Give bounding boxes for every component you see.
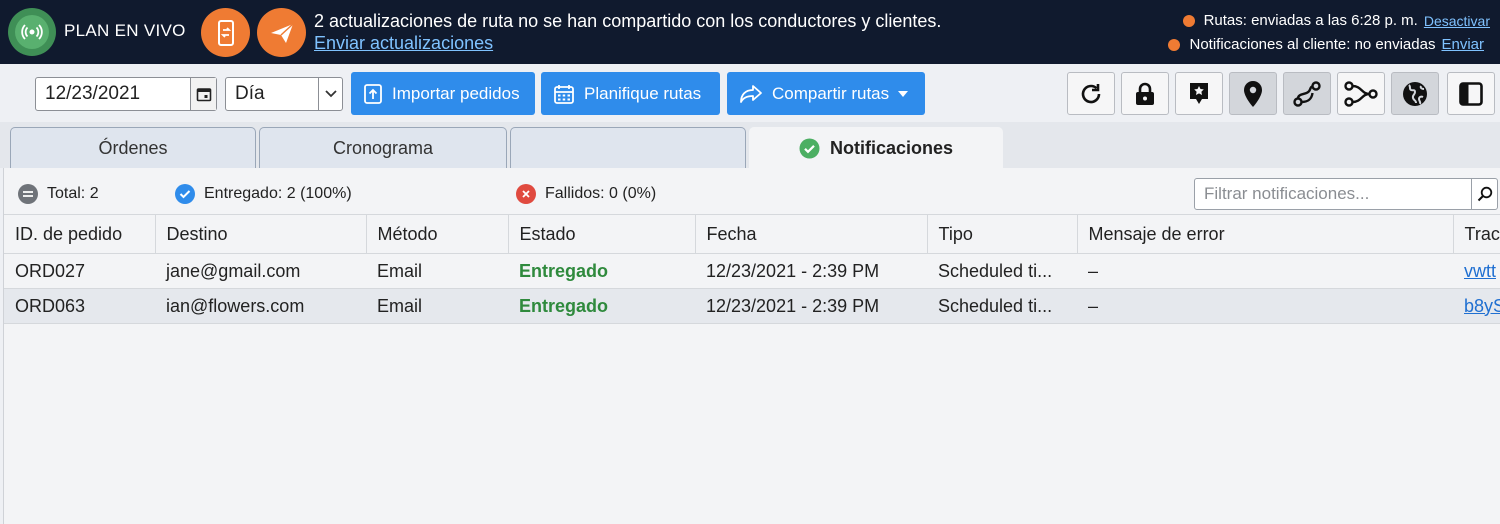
pinned-note-button[interactable] <box>1175 72 1223 115</box>
date-value: 12/23/2021 <box>45 83 141 104</box>
view-select[interactable]: Día <box>225 77 343 111</box>
plan-routes-button[interactable]: Planifique rutas <box>541 72 720 115</box>
live-plan-label: PLAN EN VIVO <box>64 21 186 40</box>
tab-notifications[interactable]: Notificaciones <box>749 127 1003 168</box>
search-icon[interactable] <box>1471 179 1497 209</box>
tab-orders[interactable]: Órdenes <box>10 127 256 168</box>
branch-route-icon <box>1344 80 1378 107</box>
routes-status: Rutas: enviadas a las 6:28 p. m. Desacti… <box>1182 12 1490 29</box>
tab-notifications-label: Notificaciones <box>829 137 954 158</box>
summary-bar: Total: 2 Entregado: 2 (100%) Fallidos: 0… <box>4 168 1500 212</box>
map-marker-icon <box>1244 80 1262 107</box>
globe-button[interactable] <box>1391 72 1439 115</box>
route-button[interactable] <box>1283 72 1331 115</box>
failed-count: Fallidos: 0 (0%) <box>545 185 657 202</box>
import-orders-button[interactable]: Importar pedidos <box>351 72 535 115</box>
total-icon <box>18 184 38 204</box>
total-count: Total: 2 <box>47 185 99 202</box>
column-header-date[interactable]: Fecha <box>695 214 928 254</box>
failed-summary: Fallidos: 0 (0%) <box>516 184 656 204</box>
cell-order-id: ORD027 <box>4 253 155 289</box>
send-icon[interactable] <box>257 8 306 57</box>
date-picker[interactable]: 12/23/2021 <box>35 77 217 111</box>
tracking-link[interactable]: vwtt <box>1464 261 1496 281</box>
cell-date: 12/23/2021 - 2:39 PM <box>695 288 927 324</box>
column-header-tracking[interactable]: Trac <box>1453 214 1500 254</box>
delivered-count: Entregado: 2 (100%) <box>204 185 352 202</box>
failed-x-icon <box>516 184 536 204</box>
send-notifications-link[interactable]: Enviar <box>1441 36 1484 53</box>
notif-status-dot <box>1168 38 1181 51</box>
cell-method: Email <box>366 253 508 289</box>
markers-button[interactable] <box>1229 72 1277 115</box>
routes-status-dot <box>1182 14 1195 27</box>
cell-type: Scheduled ti... <box>927 288 1077 324</box>
column-header-method[interactable]: Método <box>366 214 509 254</box>
upload-icon <box>364 83 382 104</box>
side-panel-button[interactable] <box>1447 72 1495 115</box>
import-orders-label: Importar pedidos <box>392 83 520 103</box>
view-value: Día <box>235 83 265 104</box>
pin-note-icon <box>1190 82 1208 104</box>
cell-error-message: – <box>1077 253 1453 289</box>
cell-destination: jane@gmail.com <box>155 253 366 289</box>
routes-status-text: Rutas: enviadas a las 6:28 p. m. <box>1203 12 1418 29</box>
column-header-order-id[interactable]: ID. de pedido <box>4 214 156 254</box>
share-routes-button[interactable]: Compartir rutas <box>727 72 925 115</box>
filter-input[interactable] <box>1195 179 1471 209</box>
cell-destination: ian@flowers.com <box>155 288 366 324</box>
toolbar: 12/23/2021 Día Importar pedidos Planifiq… <box>0 64 1500 122</box>
table-header-row: ID. de pedido Destino Método Estado Fech… <box>4 214 1500 254</box>
cell-status: Entregado <box>508 253 695 289</box>
refresh-button[interactable] <box>1067 72 1115 115</box>
column-header-error-message[interactable]: Mensaje de error <box>1077 214 1454 254</box>
delivered-check-icon <box>175 184 195 204</box>
check-circle-icon <box>799 138 820 158</box>
cell-tracking: b8yS <box>1453 288 1500 324</box>
notifications-status: Notificaciones al cliente: no enviadas E… <box>1168 36 1484 53</box>
notif-status-text: Notificaciones al cliente: no enviadas <box>1189 36 1436 53</box>
share-routes-label: Compartir rutas <box>772 83 890 103</box>
route-icon <box>1293 80 1321 107</box>
chevron-down-icon <box>318 78 342 110</box>
notifications-table: ID. de pedido Destino Método Estado Fech… <box>4 214 1500 324</box>
tracking-link[interactable]: b8yS <box>1464 296 1500 316</box>
phone-sync-icon[interactable] <box>201 8 250 57</box>
cell-tracking: vwtt <box>1453 253 1500 289</box>
table-row[interactable]: ORD063 ian@flowers.com Email Entregado 1… <box>4 288 1500 324</box>
column-header-destination[interactable]: Destino <box>155 214 367 254</box>
branch-route-button[interactable] <box>1337 72 1385 115</box>
calendar-grid-icon <box>554 84 574 104</box>
tab-bar: Órdenes Cronograma Notificaciones <box>0 122 1500 168</box>
column-header-status[interactable]: Estado <box>508 214 696 254</box>
deactivate-link[interactable]: Desactivar <box>1424 13 1490 29</box>
tab-schedule[interactable]: Cronograma <box>259 127 507 168</box>
cell-order-id: ORD063 <box>4 288 155 324</box>
tab-blank[interactable] <box>510 127 746 168</box>
plan-routes-label: Planifique rutas <box>584 83 702 103</box>
cell-method: Email <box>366 288 508 324</box>
total-summary: Total: 2 <box>18 184 99 204</box>
live-plan-icon[interactable] <box>8 8 56 56</box>
top-banner: PLAN EN VIVO 2 actualizaciones de ruta n… <box>0 0 1500 64</box>
calendar-icon[interactable] <box>190 78 216 110</box>
cell-status: Entregado <box>508 288 695 324</box>
refresh-icon <box>1081 83 1101 103</box>
lock-icon <box>1136 82 1154 105</box>
share-arrow-icon <box>740 84 762 103</box>
delivered-summary: Entregado: 2 (100%) <box>175 184 352 204</box>
notifications-panel: Total: 2 Entregado: 2 (100%) Fallidos: 0… <box>3 168 1500 524</box>
table-row[interactable]: ORD027 jane@gmail.com Email Entregado 12… <box>4 253 1500 289</box>
notification-filter[interactable] <box>1194 178 1498 210</box>
cell-type: Scheduled ti... <box>927 253 1077 289</box>
cell-error-message: – <box>1077 288 1453 324</box>
panel-icon <box>1459 81 1483 106</box>
send-updates-link[interactable]: Enviar actualizaciones <box>314 33 493 54</box>
lock-button[interactable] <box>1121 72 1169 115</box>
cell-date: 12/23/2021 - 2:39 PM <box>695 253 927 289</box>
globe-icon <box>1403 81 1427 106</box>
caret-down-icon <box>898 90 909 97</box>
column-header-type[interactable]: Tipo <box>927 214 1078 254</box>
unshared-updates-message: 2 actualizaciones de ruta no se han comp… <box>314 11 942 31</box>
